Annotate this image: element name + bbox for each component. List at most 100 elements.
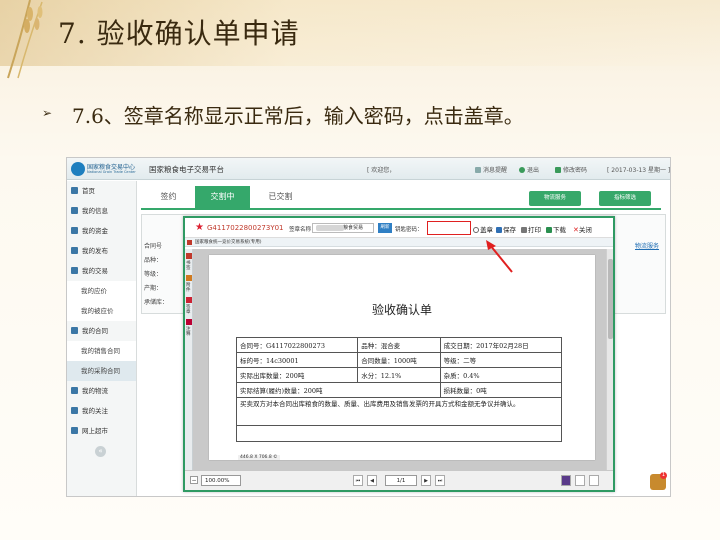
tab-delivering[interactable]: 交割中 — [195, 186, 250, 208]
notification-badge: 1 — [660, 472, 667, 479]
filter-button[interactable]: 指标筛选 — [599, 191, 651, 206]
pdf-footer: − 100.00% ⏮ ◀ 1/1 ▶ ⏭ — [185, 470, 613, 490]
logo-icon — [71, 162, 85, 176]
close-label: 关闭 — [578, 226, 592, 234]
sidebar-item-label: 我的应价 — [81, 287, 107, 295]
slide-title: 7. 验收确认单申请 — [58, 17, 300, 50]
acceptance-table: 合同号：G4117022800273 品种：混合麦 成交日期：2017年02月2… — [235, 337, 563, 442]
seal-icon[interactable] — [186, 297, 192, 303]
sidebar-item-icon — [71, 407, 78, 414]
table-cell: 杂质：0.4% — [439, 367, 563, 383]
logistics-link[interactable]: 物流服务 — [635, 241, 659, 250]
close-button[interactable]: ✕关闭 — [573, 224, 592, 234]
tab-sign[interactable]: 签约 — [141, 186, 196, 208]
dialog-toolbar: ★ G4117022800273Y01 签章名称： 粮食贸易 刷新 钥匙密码： … — [185, 218, 613, 238]
vertical-scrollbar[interactable] — [606, 249, 613, 470]
key-password-input[interactable] — [427, 221, 471, 235]
sidebar-item-label: 我的物流 — [82, 387, 108, 395]
sidebar-item[interactable]: 我的采购合同 — [67, 361, 136, 381]
stamp-button[interactable]: 盖章 — [473, 224, 493, 234]
sidebar-item[interactable]: 我的销售合同 — [67, 341, 136, 361]
side-tab-seal[interactable]: 签章 — [186, 305, 192, 315]
table-cell-empty — [236, 425, 562, 442]
first-page-button[interactable]: ⏮ — [353, 475, 363, 486]
attachment-icon[interactable] — [186, 275, 192, 281]
prev-page-button[interactable]: ◀ — [367, 475, 377, 486]
sidebar-item-label: 我的交易 — [82, 267, 108, 275]
table-row — [236, 425, 562, 442]
bookmark-icon[interactable] — [186, 253, 192, 259]
logo-subtitle: National Grain Trade Center — [87, 170, 136, 174]
sidebar-item[interactable]: 我的发布 — [67, 241, 136, 261]
logistics-service-button[interactable]: 物流服务 — [529, 191, 581, 206]
origin-label: 产期： — [144, 285, 163, 292]
agreement-note: 买卖双方对本合同出库粮食的数量、质量、出库费用及销售发票的开具方式和金额无争议并… — [236, 397, 562, 426]
sidebar-item-label: 我的合同 — [82, 327, 108, 335]
messages-label: 消息提醒 — [483, 167, 508, 174]
sidebar-item-label: 我的信息 — [82, 207, 108, 215]
sidebar-item-label: 我的资金 — [82, 227, 108, 235]
page-number-input[interactable]: 1/1 — [385, 475, 417, 486]
sidebar-item-icon — [71, 267, 78, 274]
sidebar-item[interactable]: 我的应价 — [67, 281, 136, 301]
sidebar-item-icon — [71, 427, 78, 434]
download-button[interactable]: 下载 — [546, 224, 566, 234]
sidebar-item[interactable]: 网上超市 — [67, 421, 136, 441]
sidebar-item-label: 我的采购合同 — [81, 367, 120, 375]
scroll-thumb[interactable] — [608, 259, 613, 339]
lock-icon — [555, 167, 561, 173]
change-password-label: 修改密码 — [563, 167, 588, 174]
variety-label: 品种： — [144, 257, 163, 264]
side-tab-annotation[interactable]: 注释 — [186, 327, 192, 337]
zoom-out-button[interactable]: − — [190, 476, 198, 484]
print-button[interactable]: 打印 — [521, 224, 541, 234]
grade-label: 等级： — [144, 271, 163, 278]
table-cell: 实际出库数量：200吨 — [235, 367, 359, 383]
app-header: 国家粮食交易中心 National Grain Trade Center 国家粮… — [67, 158, 670, 180]
stamp-icon — [473, 227, 479, 233]
continuous-view-icon[interactable] — [575, 475, 585, 486]
print-label: 打印 — [528, 226, 541, 234]
bullet-arrow-icon: ➢ — [42, 106, 53, 120]
sidebar-item[interactable]: 我的关注 — [67, 401, 136, 421]
pdf-header: 国家粮食统一竞价交易系统(专用) — [185, 238, 613, 247]
sidebar-item[interactable]: 我的物流 — [67, 381, 136, 401]
messages-link[interactable]: 消息提醒 — [475, 165, 507, 174]
facing-view-icon[interactable] — [589, 475, 599, 486]
side-tab-attachment[interactable]: 附件 — [186, 283, 192, 293]
refresh-button[interactable]: 刷新 — [378, 223, 392, 233]
logout-link[interactable]: 退出 — [519, 165, 539, 174]
save-icon — [496, 227, 502, 233]
single-page-view-icon[interactable] — [561, 475, 571, 486]
sidebar-collapse-button[interactable]: « — [95, 446, 106, 457]
sidebar-item[interactable]: 我的信息 — [67, 201, 136, 221]
change-password-link[interactable]: 修改密码 — [555, 165, 587, 174]
sidebar-item[interactable]: 我的被应价 — [67, 301, 136, 321]
tab-delivered[interactable]: 已交割 — [253, 186, 308, 208]
table-row: 标的号：14c30001 合同数量：1000吨 等级：二等 — [235, 352, 563, 368]
sidebar-item-icon — [71, 247, 78, 254]
sign-dialog: ★ G4117022800273Y01 签章名称： 粮食贸易 刷新 钥匙密码： … — [183, 216, 615, 492]
sidebar-item-label: 我的被应价 — [81, 307, 114, 315]
sidebar-item[interactable]: 首页 — [67, 181, 136, 201]
next-page-button[interactable]: ▶ — [421, 475, 431, 486]
sidebar-item-label: 网上超市 — [82, 427, 108, 435]
table-row: 合同号：G4117022800273 品种：混合麦 成交日期：2017年02月2… — [235, 337, 563, 353]
sidebar-item[interactable]: 我的资金 — [67, 221, 136, 241]
sidebar-item[interactable]: 我的交易 — [67, 261, 136, 281]
table-cell: 水分：12.1% — [357, 367, 441, 383]
table-cell: 品种：混合麦 — [357, 337, 441, 353]
table-cell: 成交日期：2017年02月28日 — [439, 337, 563, 353]
sidebar: 首页我的信息我的资金我的发布我的交易我的应价我的被应价我的合同我的销售合同我的采… — [67, 181, 137, 496]
annotation-icon[interactable] — [186, 319, 192, 325]
signature-name-blurred — [316, 225, 344, 231]
sidebar-item[interactable]: 我的合同 — [67, 321, 136, 341]
stamp-label: 盖章 — [480, 226, 493, 234]
save-button[interactable]: 保存 — [496, 224, 516, 234]
last-page-button[interactable]: ⏭ — [435, 475, 445, 486]
side-tab-bookmark[interactable]: 书签 — [186, 261, 192, 271]
zoom-level-input[interactable]: 100.00% — [201, 475, 241, 486]
contract-label: 合同号 — [144, 243, 163, 250]
slide-bullet: 7.6、签章名称显示正常后，输入密码，点击盖章。 — [72, 104, 524, 128]
signature-name-value: 粮食贸易 — [343, 225, 364, 231]
